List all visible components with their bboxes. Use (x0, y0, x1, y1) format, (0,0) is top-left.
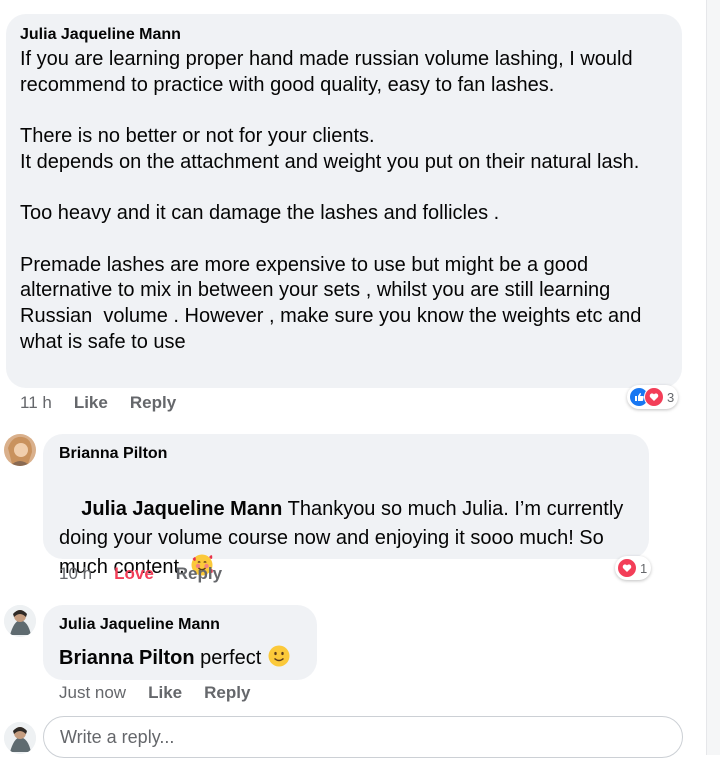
comment-bubble: Julia Jaqueline Mann If you are learning… (6, 14, 682, 388)
reply-button[interactable]: Reply (176, 564, 222, 584)
like-button[interactable]: Like (74, 393, 108, 413)
comment-text: If you are learning proper hand made rus… (20, 48, 642, 353)
reaction-count: 1 (640, 560, 648, 576)
avatar[interactable] (4, 605, 36, 637)
avatar[interactable] (4, 434, 36, 466)
reaction-count: 3 (667, 389, 675, 405)
comment-meta: 11 h Like Reply (20, 393, 198, 413)
comment-timestamp[interactable]: Just now (59, 683, 126, 703)
mention-link[interactable]: Brianna Pilton (59, 647, 195, 669)
comment-text-block: Julia Jaqueline Mann Thankyou so much Ju… (59, 466, 647, 615)
comment-text: perfect (194, 647, 267, 669)
reply-input[interactable] (43, 716, 683, 758)
heart-icon (617, 558, 637, 578)
love-reaction-button[interactable]: Love (114, 564, 154, 584)
comment-timestamp[interactable]: 10 h (59, 564, 92, 584)
avatar[interactable] (4, 722, 36, 754)
comment-meta: Just now Like Reply (59, 683, 272, 703)
reaction-summary[interactable]: 3 (627, 385, 679, 409)
slightly-smiling-face-icon (267, 644, 291, 676)
right-scroll-rail (706, 0, 720, 755)
reply-bubble: Julia Jaqueline Mann Brianna Pilton perf… (43, 605, 317, 680)
comment-timestamp[interactable]: 11 h (20, 393, 52, 413)
comment-author[interactable]: Brianna Pilton (59, 445, 167, 463)
reply-button[interactable]: Reply (130, 393, 176, 413)
reply-bubble: Brianna Pilton Julia Jaqueline Mann Than… (43, 434, 649, 578)
comment-text-block: Brianna Pilton perfect (59, 644, 317, 676)
reaction-summary[interactable]: 1 (615, 556, 652, 580)
like-button[interactable]: Like (148, 683, 182, 703)
comment-meta: 10 h Love Reply (59, 564, 244, 584)
heart-icon (644, 387, 664, 407)
reply-button[interactable]: Reply (204, 683, 250, 703)
comment-author[interactable]: Julia Jaqueline Mann (59, 616, 220, 634)
mention-link[interactable]: Julia Jaqueline Mann (81, 498, 282, 520)
comment-author[interactable]: Julia Jaqueline Mann (20, 26, 181, 44)
